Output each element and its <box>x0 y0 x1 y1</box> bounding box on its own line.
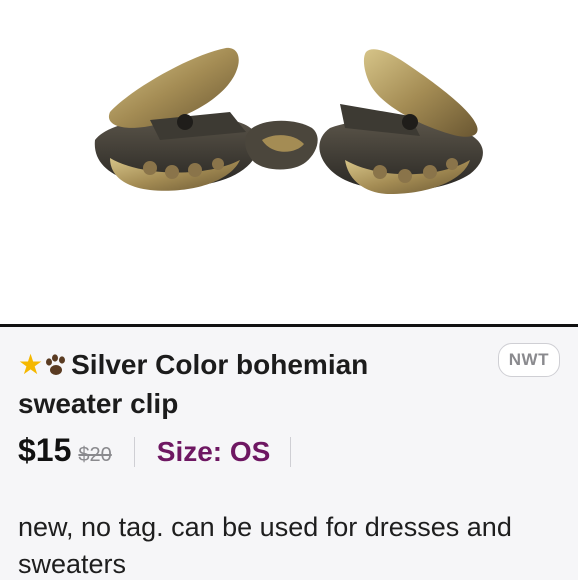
star-icon: ★ <box>18 349 44 380</box>
size-label[interactable]: Size: OS <box>157 436 271 468</box>
original-price: $20 <box>78 444 112 466</box>
price-separator <box>133 437 135 467</box>
price-row: $15 $20 Size: OS <box>18 432 313 472</box>
product-image[interactable] <box>0 0 578 324</box>
sweater-clip-image <box>94 47 483 194</box>
listing-description: new, no tag. can be used for dresses and… <box>18 512 512 579</box>
listing-details: ★ Silver Color bohemian sweater clip NWT … <box>0 327 578 580</box>
size-separator <box>290 437 292 467</box>
condition-badge: NWT <box>497 343 560 377</box>
listing-title-text: Silver Color bohemian sweater clip <box>18 349 369 419</box>
listing-title[interactable]: ★ Silver Color bohemian sweater clip <box>18 347 463 422</box>
current-price: $15 <box>18 432 72 468</box>
paw-icon <box>43 350 69 386</box>
